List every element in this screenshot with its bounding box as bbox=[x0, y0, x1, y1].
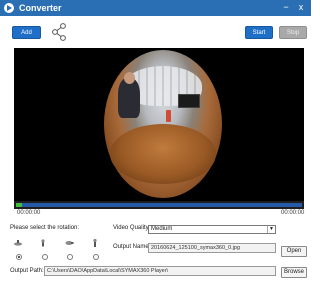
rotation-side-icon bbox=[65, 241, 74, 245]
share-icon[interactable] bbox=[51, 23, 67, 41]
current-time: 00:00:00 bbox=[17, 210, 41, 216]
rotation-option-3[interactable] bbox=[67, 254, 73, 260]
progress-bar[interactable] bbox=[14, 201, 304, 209]
chevron-down-icon[interactable]: ▼ bbox=[267, 226, 275, 233]
rotation-option-2[interactable] bbox=[42, 254, 48, 260]
rotation-flat-icon bbox=[14, 240, 22, 246]
preview-person bbox=[118, 78, 140, 118]
output-name-field[interactable]: 20160624_125100_symax360_0.jpg bbox=[148, 243, 276, 253]
start-button[interactable]: Start bbox=[245, 26, 273, 39]
preview-monitor bbox=[178, 94, 200, 108]
rotation-option-1[interactable] bbox=[16, 254, 22, 260]
rotation-option-4[interactable] bbox=[93, 254, 99, 260]
close-button[interactable]: x bbox=[295, 1, 307, 14]
stop-button: Stop bbox=[279, 26, 307, 39]
preview-desk bbox=[110, 124, 216, 184]
quality-value: Medium bbox=[151, 226, 173, 232]
progress-track bbox=[22, 203, 302, 207]
rotation-upright-icon bbox=[93, 238, 97, 247]
quality-select[interactable]: Medium ▼ bbox=[148, 225, 276, 234]
rotation-tilt-left-icon bbox=[41, 239, 45, 247]
browse-button[interactable]: Browse bbox=[281, 267, 307, 278]
open-button[interactable]: Open bbox=[281, 246, 307, 257]
output-path-field[interactable]: C:\Users\DAO\AppData\Local\SYMAX360 Play… bbox=[44, 266, 276, 276]
rotation-label: Please select the rotation: bbox=[10, 225, 80, 231]
output-name-label: Output Name: bbox=[113, 244, 151, 250]
preview-bottle bbox=[166, 110, 171, 122]
add-button[interactable]: Add bbox=[12, 26, 41, 39]
output-path-label: Output Path: bbox=[10, 268, 44, 274]
preview-face bbox=[124, 72, 135, 84]
total-time: 00:00:00 bbox=[281, 210, 305, 216]
video-preview[interactable] bbox=[14, 48, 304, 201]
minimize-button[interactable]: − bbox=[280, 1, 292, 14]
app-logo-icon bbox=[4, 3, 14, 13]
title-bar: Converter − x bbox=[0, 0, 311, 16]
spherical-preview-image bbox=[104, 50, 222, 198]
quality-label: Video Quality: bbox=[113, 225, 151, 231]
window-title: Converter bbox=[19, 3, 62, 13]
